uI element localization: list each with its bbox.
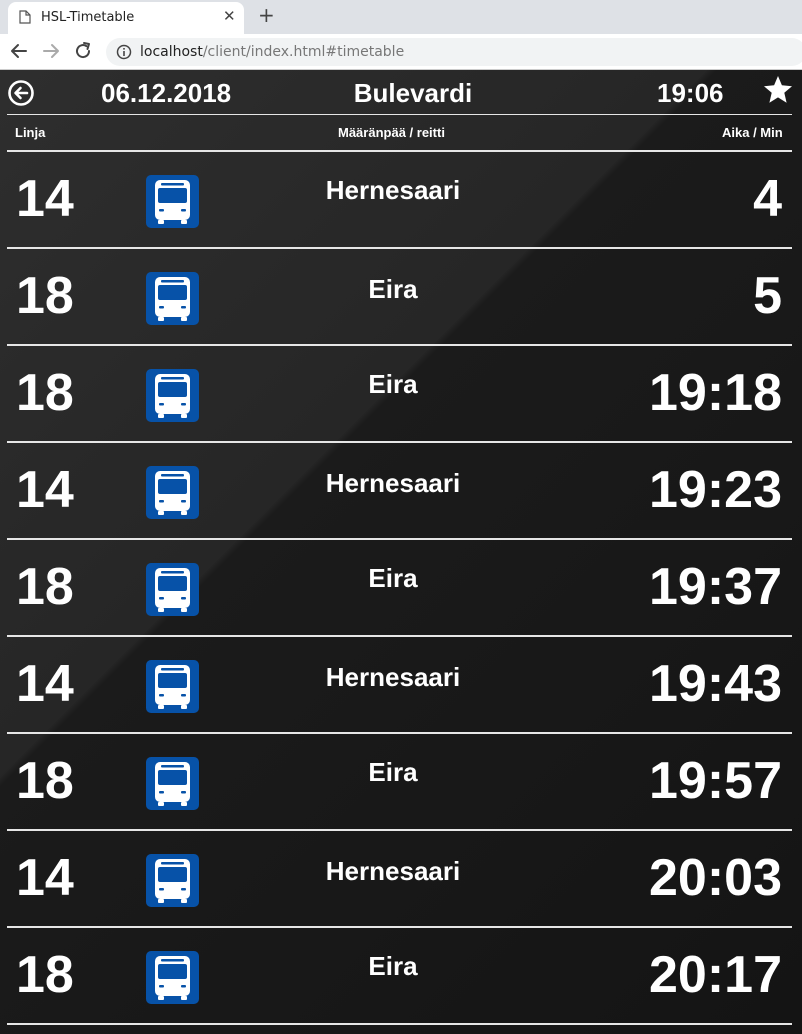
header-divider	[7, 114, 792, 115]
timetable-view: 06.12.2018 Bulevardi 19:06 Linja Määränp…	[0, 70, 802, 1034]
star-icon[interactable]	[762, 74, 794, 106]
column-header-destination: Määränpää / reitti	[338, 125, 445, 140]
browser-tab[interactable]: HSL-Timetable ✕	[8, 2, 244, 34]
departure-time: 20:03	[649, 849, 782, 907]
departure-time: 19:57	[649, 752, 782, 810]
departure-time: 19:43	[649, 655, 782, 713]
url-path: /client/index.html#timetable	[202, 44, 405, 60]
tab-close-icon[interactable]: ✕	[223, 7, 236, 25]
departure-row[interactable]: 18 Eira 20:17	[0, 928, 802, 1025]
departure-row[interactable]: 14 Hernesaari 19:23	[0, 443, 802, 540]
departure-row[interactable]: 14 Hernesaari 20:03	[0, 831, 802, 928]
departure-time: 19:37	[649, 558, 782, 616]
info-icon[interactable]	[116, 44, 132, 60]
browser-tab-strip: HSL-Timetable ✕ +	[0, 0, 802, 34]
url-host: localhost	[140, 44, 203, 60]
tab-title: HSL-Timetable	[41, 10, 135, 25]
departure-time: 4	[753, 170, 782, 228]
destination: Eira	[368, 274, 418, 304]
row-divider	[7, 1023, 792, 1025]
departure-row[interactable]: 18 Eira 19:37	[0, 540, 802, 637]
reload-icon[interactable]	[72, 40, 94, 62]
back-icon[interactable]	[8, 40, 30, 62]
departure-row[interactable]: 14 Hernesaari 4	[0, 152, 802, 249]
page-icon	[19, 10, 31, 24]
departure-row[interactable]: 14 Hernesaari 19:43	[0, 637, 802, 734]
forward-icon[interactable]	[40, 40, 62, 62]
departure-row[interactable]: 18 Eira 19:18	[0, 346, 802, 443]
departure-time: 5	[753, 267, 782, 325]
address-bar: localhost/client/index.html#timetable	[0, 34, 802, 70]
column-header-time: Aika / Min	[722, 125, 783, 140]
url-text: localhost/client/index.html#timetable	[140, 44, 404, 60]
departure-row[interactable]: 18 Eira 5	[0, 249, 802, 346]
destination: Hernesaari	[325, 175, 461, 205]
new-tab-button[interactable]: +	[258, 3, 275, 27]
departure-time: 19:23	[649, 461, 782, 519]
url-field[interactable]: localhost/client/index.html#timetable	[106, 38, 802, 66]
column-header-line: Linja	[15, 125, 46, 140]
departure-time: 19:18	[649, 364, 782, 422]
header-clock: 19:06	[657, 78, 724, 108]
timetable-header: 06.12.2018 Bulevardi 19:06	[0, 70, 802, 116]
departure-time: 20:17	[649, 946, 782, 1004]
departure-row[interactable]: 18 Eira 19:57	[0, 734, 802, 831]
